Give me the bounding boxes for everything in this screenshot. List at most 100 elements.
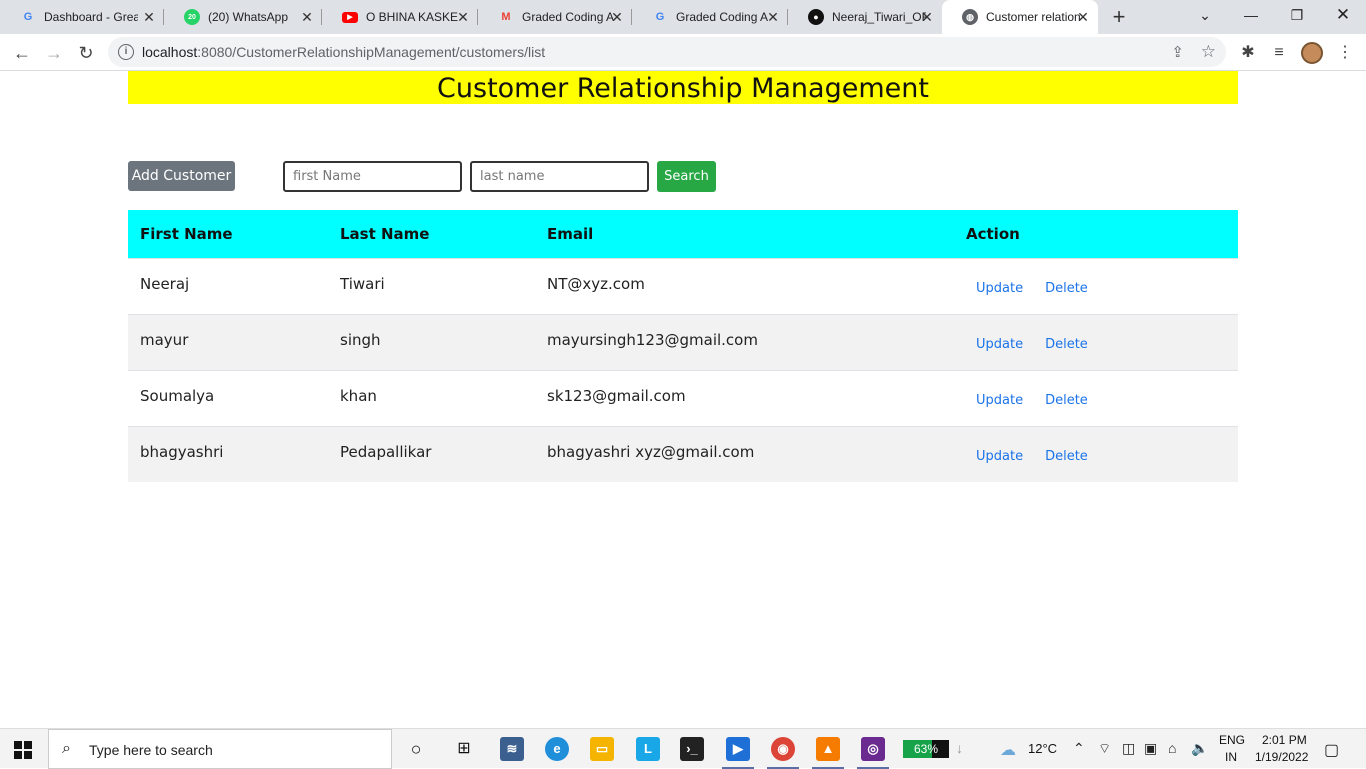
gmail-icon: M xyxy=(501,11,511,23)
browser-tab[interactable]: ● Neeraj_Tiwari_OF ✕ xyxy=(788,0,942,34)
weather-cloud-icon[interactable]: ☁ xyxy=(1000,740,1016,760)
forward-arrow-icon[interactable]: → xyxy=(42,41,66,65)
browser-tab[interactable]: 20 (20) WhatsApp ✕ xyxy=(164,0,322,34)
extensions-icon[interactable]: ✱ xyxy=(1237,42,1259,64)
reload-icon[interactable]: ↻ xyxy=(74,41,98,65)
google-icon: G xyxy=(23,11,33,23)
tab-title: Dashboard - Great xyxy=(44,10,138,24)
region-code[interactable]: IN xyxy=(1225,750,1237,764)
cell-actions: Update Delete xyxy=(966,314,1238,370)
close-icon[interactable]: ✕ xyxy=(920,10,934,24)
terminal-icon[interactable]: ›_ xyxy=(680,737,704,761)
clock-time[interactable]: 2:01 PM xyxy=(1262,733,1307,747)
new-tab-icon[interactable]: + xyxy=(1108,6,1130,28)
share-icon[interactable]: ⇪ xyxy=(1171,43,1184,61)
language-code[interactable]: ENG xyxy=(1219,733,1245,747)
eclipse-ide-icon[interactable]: ◎ xyxy=(857,737,889,769)
delete-link[interactable]: Delete xyxy=(1045,449,1088,464)
add-customer-button[interactable]: Add Customer xyxy=(128,161,235,191)
last-name-input[interactable] xyxy=(470,161,649,192)
tab-title: Neeraj_Tiwari_OF xyxy=(832,10,926,24)
close-icon[interactable]: ✕ xyxy=(142,10,156,24)
update-link[interactable]: Update xyxy=(976,393,1023,408)
cell-last-name: Tiwari xyxy=(340,275,385,293)
tab-title: Graded Coding A xyxy=(676,10,769,24)
browser-tab[interactable]: G Dashboard - Great ✕ xyxy=(0,0,164,34)
task-view-icon[interactable]: ⊞ xyxy=(452,737,476,761)
url-host: localhost xyxy=(142,44,198,60)
profile-avatar[interactable] xyxy=(1301,42,1323,64)
close-icon[interactable]: ✕ xyxy=(1076,10,1090,24)
delete-link[interactable]: Delete xyxy=(1045,281,1088,296)
file-explorer-icon[interactable]: ▭ xyxy=(590,737,614,761)
chrome-icon[interactable]: ◉ xyxy=(767,737,799,769)
microphone-icon: ↓ xyxy=(956,740,963,756)
edge-icon[interactable]: e xyxy=(545,737,569,761)
browser-toolbar: ← → ↻ i localhost:8080/CustomerRelations… xyxy=(0,34,1366,71)
whatsapp-icon: 20 xyxy=(184,9,200,25)
update-link[interactable]: Update xyxy=(976,337,1023,352)
cell-first-name: Neeraj xyxy=(140,275,190,293)
launcher-l-icon[interactable]: L xyxy=(636,737,660,761)
temperature[interactable]: 12°C xyxy=(1028,741,1057,756)
close-icon[interactable]: ✕ xyxy=(610,10,624,24)
browser-tab[interactable]: G Graded Coding A ✕ xyxy=(632,0,788,34)
cell-actions: Update Delete xyxy=(966,370,1238,426)
media-player-icon[interactable]: ▶ xyxy=(722,737,754,769)
update-link[interactable]: Update xyxy=(976,281,1023,296)
taskbar-search-placeholder: Type here to search xyxy=(89,742,213,758)
cell-email: sk123@gmail.com xyxy=(547,387,686,405)
notification-app-icon[interactable]: ▣ xyxy=(1144,740,1157,757)
page-header: Customer Relationship Management xyxy=(128,71,1238,104)
youtube-icon: ▶ xyxy=(342,11,358,23)
notification-center-icon[interactable]: ▢ xyxy=(1324,740,1339,760)
site-info-icon[interactable]: i xyxy=(118,44,134,60)
table-row: mayur singh mayursingh123@gmail.com Upda… xyxy=(128,314,1238,370)
taskbar-search-box[interactable]: ⌕ Type here to search xyxy=(48,729,392,769)
media-queue-icon[interactable]: ≡ xyxy=(1268,42,1290,64)
cell-actions: Update Delete xyxy=(966,426,1238,482)
browser-tab-active[interactable]: ◍ Customer relation ✕ xyxy=(942,0,1098,34)
more-menu-icon[interactable]: ⋮ xyxy=(1334,42,1356,64)
delete-link[interactable]: Delete xyxy=(1045,337,1088,352)
column-header-first-name: First Name xyxy=(140,224,233,243)
cell-last-name: singh xyxy=(340,331,381,349)
windows-start-icon[interactable] xyxy=(14,741,32,759)
network-icon[interactable]: ⌂ xyxy=(1168,740,1176,756)
column-header-last-name: Last Name xyxy=(340,224,430,243)
search-button[interactable]: Search xyxy=(657,161,716,192)
close-icon[interactable]: ✕ xyxy=(300,10,314,24)
tab-title: O BHINA KASKE xyxy=(366,10,459,24)
tab-search-icon[interactable]: ⌄ xyxy=(1182,0,1228,32)
update-link[interactable]: Update xyxy=(976,449,1023,464)
mysql-workbench-icon[interactable]: ≋ xyxy=(500,737,524,761)
camera-icon[interactable]: ◫ xyxy=(1122,740,1135,757)
browser-tab[interactable]: ▶ O BHINA KASKE ✕ xyxy=(322,0,478,34)
page-title: Customer Relationship Management xyxy=(437,73,929,104)
close-icon[interactable]: ✕ xyxy=(456,10,470,24)
close-icon[interactable]: ✕ xyxy=(766,10,780,24)
url-path: :8080/CustomerRelationshipManagement/cus… xyxy=(197,44,546,60)
restore-icon[interactable]: ❐ xyxy=(1274,0,1320,32)
cortana-icon[interactable]: ○ xyxy=(404,737,428,761)
clock-date[interactable]: 1/19/2022 xyxy=(1255,750,1308,764)
volume-icon[interactable]: 🔈 xyxy=(1191,740,1208,757)
window-close-icon[interactable]: ✕ xyxy=(1320,0,1366,32)
google-icon: G xyxy=(655,11,665,23)
first-name-input[interactable] xyxy=(283,161,462,192)
wifi-icon[interactable]: ⌔ xyxy=(1098,740,1111,758)
address-bar[interactable]: i localhost:8080/CustomerRelationshipMan… xyxy=(108,37,1226,67)
cell-last-name: Pedapallikar xyxy=(340,443,432,462)
table-header-row: First Name Last Name Email Action xyxy=(128,210,1238,258)
battery-indicator[interactable]: 63% xyxy=(903,740,949,758)
browser-tab[interactable]: M Graded Coding A ✕ xyxy=(478,0,632,34)
chevron-up-icon[interactable]: ⌃ xyxy=(1073,740,1085,757)
url-text[interactable]: localhost:8080/CustomerRelationshipManag… xyxy=(142,44,545,60)
delete-link[interactable]: Delete xyxy=(1045,393,1088,408)
bookmark-star-icon[interactable]: ☆ xyxy=(1201,42,1216,62)
back-arrow-icon[interactable]: ← xyxy=(10,41,34,65)
web-page: Customer Relationship Management Add Cus… xyxy=(0,71,1366,728)
vlc-icon[interactable]: ▲ xyxy=(812,737,844,769)
globe-icon: ◍ xyxy=(962,9,978,25)
minimize-icon[interactable]: — xyxy=(1228,0,1274,32)
